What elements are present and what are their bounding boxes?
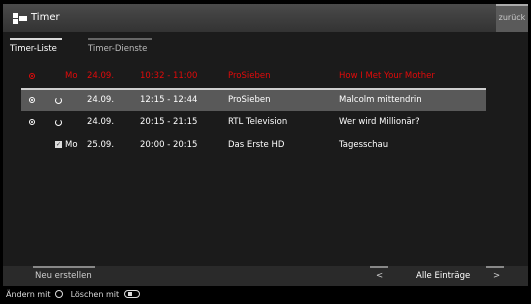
timer-day: Mo — [65, 71, 78, 81]
timer-channel: ProSieben — [228, 71, 271, 81]
delete-button-icon — [123, 290, 140, 298]
timer-date: 24.09. — [87, 117, 115, 127]
timer-app-icon — [13, 13, 27, 24]
record-icon — [28, 112, 40, 133]
timer-time: 12:15 - 12:44 — [140, 95, 198, 105]
timer-date: 24.09. — [87, 95, 115, 105]
ok-button-icon — [55, 290, 64, 298]
timer-date: 25.09. — [87, 140, 115, 150]
filter-select[interactable]: Alle Einträge — [416, 271, 470, 281]
timer-title: Tagesschau — [339, 140, 389, 150]
timer-time: 10:32 - 11:00 — [140, 71, 198, 81]
back-button-highlight — [496, 4, 528, 6]
timer-time: 20:00 - 20:15 — [140, 140, 198, 150]
tab-bar: Timer-Liste Timer-Dienste — [3, 38, 528, 60]
timer-channel: RTL Television — [228, 117, 288, 127]
tab-indicator — [10, 38, 62, 40]
timer-row[interactable]: Mo 24.09. 10:32 - 11:00 ProSieben How I … — [21, 66, 486, 87]
timer-row[interactable]: 24.09. 20:15 - 21:15 RTL Television Wer … — [21, 112, 486, 133]
delete-hint: Löschen mit — [70, 290, 120, 299]
edit-hint: Ändern mit — [6, 290, 51, 299]
timer-row[interactable]: 24.09. 12:15 - 12:44 ProSieben Malcolm m… — [21, 88, 486, 111]
tab-timer-liste[interactable]: Timer-Liste — [10, 38, 62, 54]
record-icon — [28, 90, 40, 111]
tab-indicator — [88, 38, 152, 40]
next-button[interactable]: > — [493, 271, 500, 281]
key-hint: Ändern mit Löschen mit — [6, 290, 140, 299]
tv-screen: Timer zurück Timer-Liste Timer-Dienste M… — [0, 0, 531, 304]
timer-title: How I Met Your Mother — [339, 71, 435, 81]
tab-label: Timer-Liste — [10, 44, 57, 54]
new-button[interactable]: Neu erstellen — [35, 271, 92, 281]
recording-icon — [28, 66, 40, 87]
tab-label: Timer-Dienste — [88, 44, 148, 54]
timer-channel: ProSieben — [228, 95, 271, 105]
timer-day: Mo — [65, 140, 78, 150]
footer-bar: Neu erstellen < Alle Einträge > — [3, 266, 528, 286]
timer-channel: Das Erste HD — [228, 140, 285, 150]
tab-timer-dienste[interactable]: Timer-Dienste — [88, 38, 152, 54]
page-title: Timer — [31, 12, 60, 23]
timer-panel: Timer zurück Timer-Liste Timer-Dienste M… — [3, 4, 528, 286]
new-button-indicator — [33, 266, 95, 268]
timer-title: Wer wird Millionär? — [339, 117, 420, 127]
prev-button[interactable]: < — [376, 271, 383, 281]
prev-button-indicator — [370, 266, 388, 268]
back-button[interactable]: zurück — [496, 4, 528, 32]
timer-time: 20:15 - 21:15 — [140, 117, 198, 127]
timer-title: Malcolm mittendrin — [339, 95, 422, 105]
header: Timer zurück — [3, 4, 528, 32]
timer-date: 24.09. — [87, 71, 115, 81]
next-button-indicator — [486, 266, 504, 268]
timer-row[interactable]: ✓ Mo 25.09. 20:00 - 20:15 Das Erste HD T… — [21, 135, 486, 156]
